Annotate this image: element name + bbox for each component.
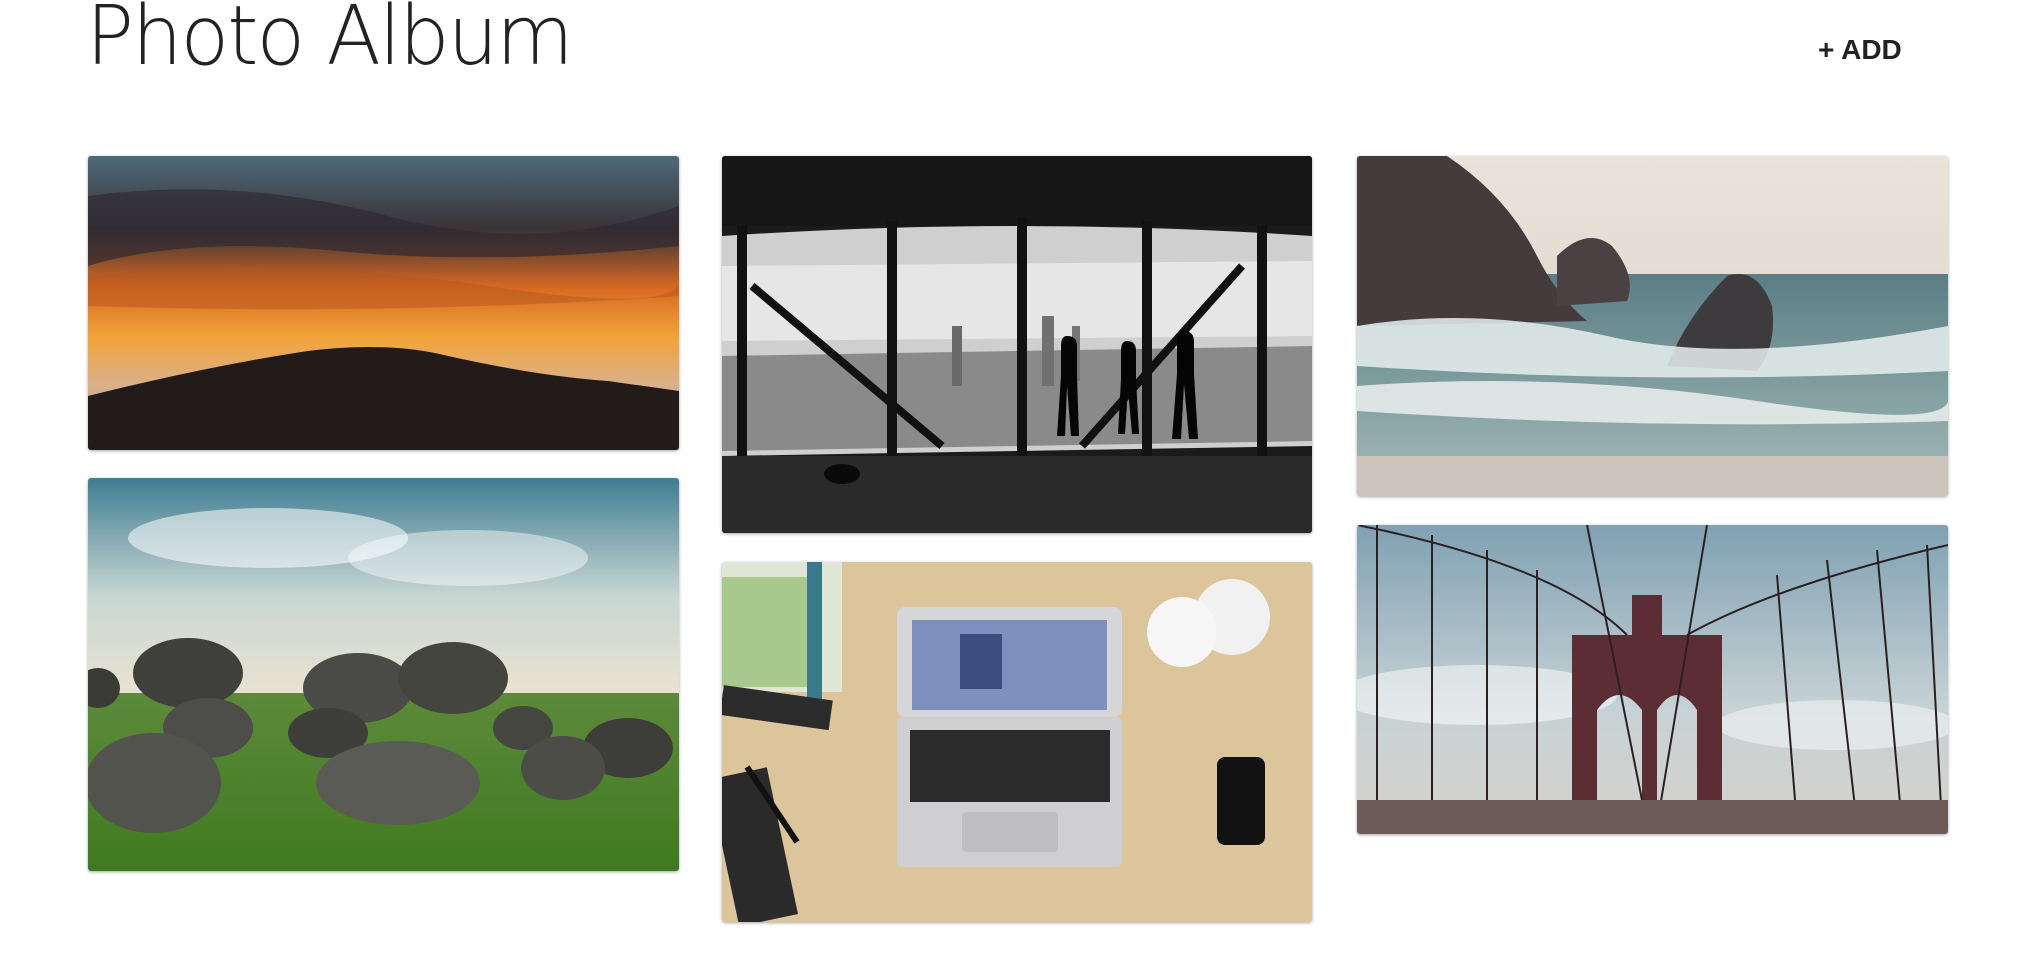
coast-waves-photo-image	[1357, 156, 1948, 496]
photo-city-window[interactable]	[722, 156, 1312, 533]
photo-boulders[interactable]	[88, 478, 679, 871]
city-window-photo-image	[722, 156, 1312, 533]
sunset-photo-image	[88, 156, 679, 450]
page-title: Photo Album	[86, 0, 574, 84]
photo-coast-waves[interactable]	[1357, 156, 1948, 496]
desk-laptop-photo-image	[722, 562, 1312, 922]
boulders-photo-image	[88, 478, 679, 871]
add-photo-button[interactable]: + ADD	[1818, 34, 1902, 66]
photo-desk-laptop[interactable]	[722, 562, 1312, 922]
bridge-photo-image	[1357, 525, 1948, 834]
photo-sunset[interactable]	[88, 156, 679, 450]
photo-bridge[interactable]	[1357, 525, 1948, 834]
